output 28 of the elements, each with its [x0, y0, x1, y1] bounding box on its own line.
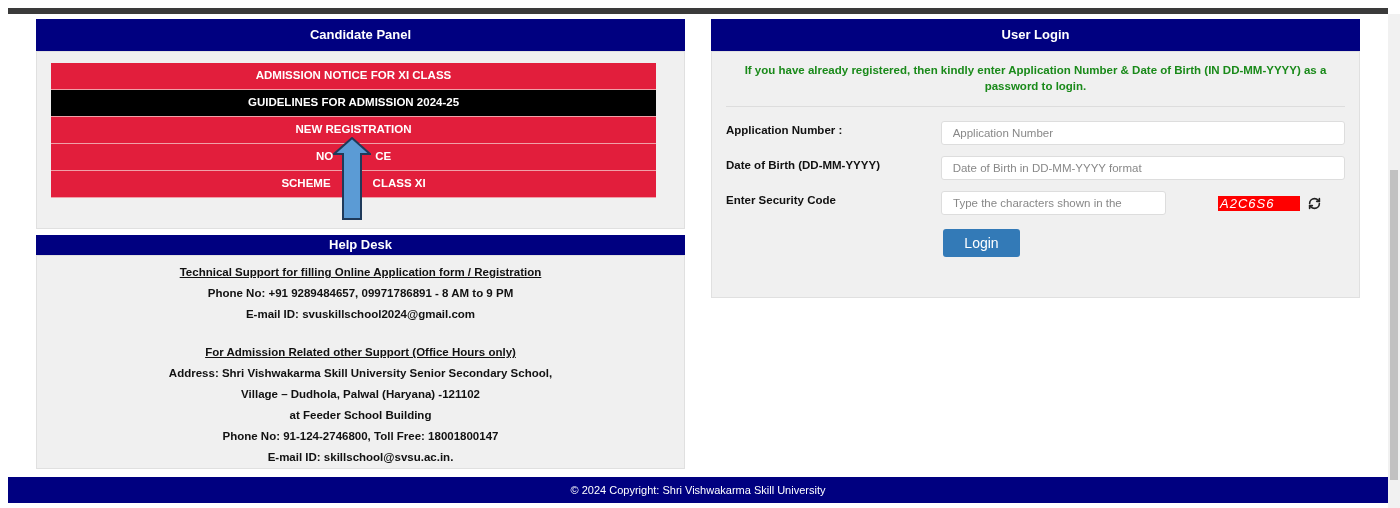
- menu-link[interactable]: NO CE: [51, 144, 656, 171]
- contact-text: Address: Shri Vishwakarma Skill University Senior Secondary School,: [168, 366, 553, 381]
- menu-link[interactable]: NEW REGISTRATION: [51, 117, 656, 144]
- field-label: Date of Birth (DD-MM-YYYY): [726, 158, 881, 173]
- panel-header: User Login: [711, 19, 1360, 51]
- panel-header: Candidate Panel: [36, 19, 685, 51]
- contact-text: E-mail ID: skillschool@svsu.ac.in.: [267, 450, 454, 465]
- footer-bar: © 2024 Copyright: Shri Vishwakarma Skill University: [8, 477, 1388, 503]
- contact-text: Village – Dudhola, Palwal (Haryana) -121102: [241, 387, 480, 402]
- contact-text: at Feeder School Building: [289, 408, 432, 423]
- text-field[interactable]: Application Number: [940, 121, 1345, 145]
- contact-text: Phone No: 91-124-2746800, Toll Free: 18001800147: [222, 429, 499, 444]
- field-label: Enter Security Code: [726, 193, 837, 208]
- contact-text: Phone No: +91 9289484657, 09971786891 - 8 AM to 9 PM: [207, 286, 514, 301]
- text-field[interactable]: Date of Birth in DD-MM-YYYY format: [940, 156, 1345, 180]
- field-label: Application Number :: [726, 123, 844, 138]
- login-notice: If you have already registered, then kindly enter Application Number & Date of Birth (IN DD-MM-YYYY) as a password to login.: [743, 63, 1328, 94]
- captcha-code: A2C6S6: [1218, 195, 1300, 211]
- section-heading: Technical Support for filling Online Application form / Registration: [179, 265, 542, 280]
- panel-header: Help Desk: [36, 235, 685, 255]
- menu-link[interactable]: ADMISSION NOTICE FOR XI CLASS: [51, 63, 656, 90]
- section-heading: For Admission Related other Support (Office Hours only): [205, 345, 516, 360]
- security-code-field[interactable]: Type the characters shown in the: [941, 191, 1166, 215]
- login-button[interactable]: Login: [943, 229, 1020, 257]
- contact-text: E-mail ID: svuskillschool2024@gmail.com: [245, 307, 476, 322]
- menu-link[interactable]: GUIDELINES FOR ADMISSION 2024-25: [51, 90, 656, 117]
- refresh-icon[interactable]: [1308, 196, 1321, 210]
- menu-link[interactable]: SCHEME CLASS XI: [51, 171, 656, 198]
